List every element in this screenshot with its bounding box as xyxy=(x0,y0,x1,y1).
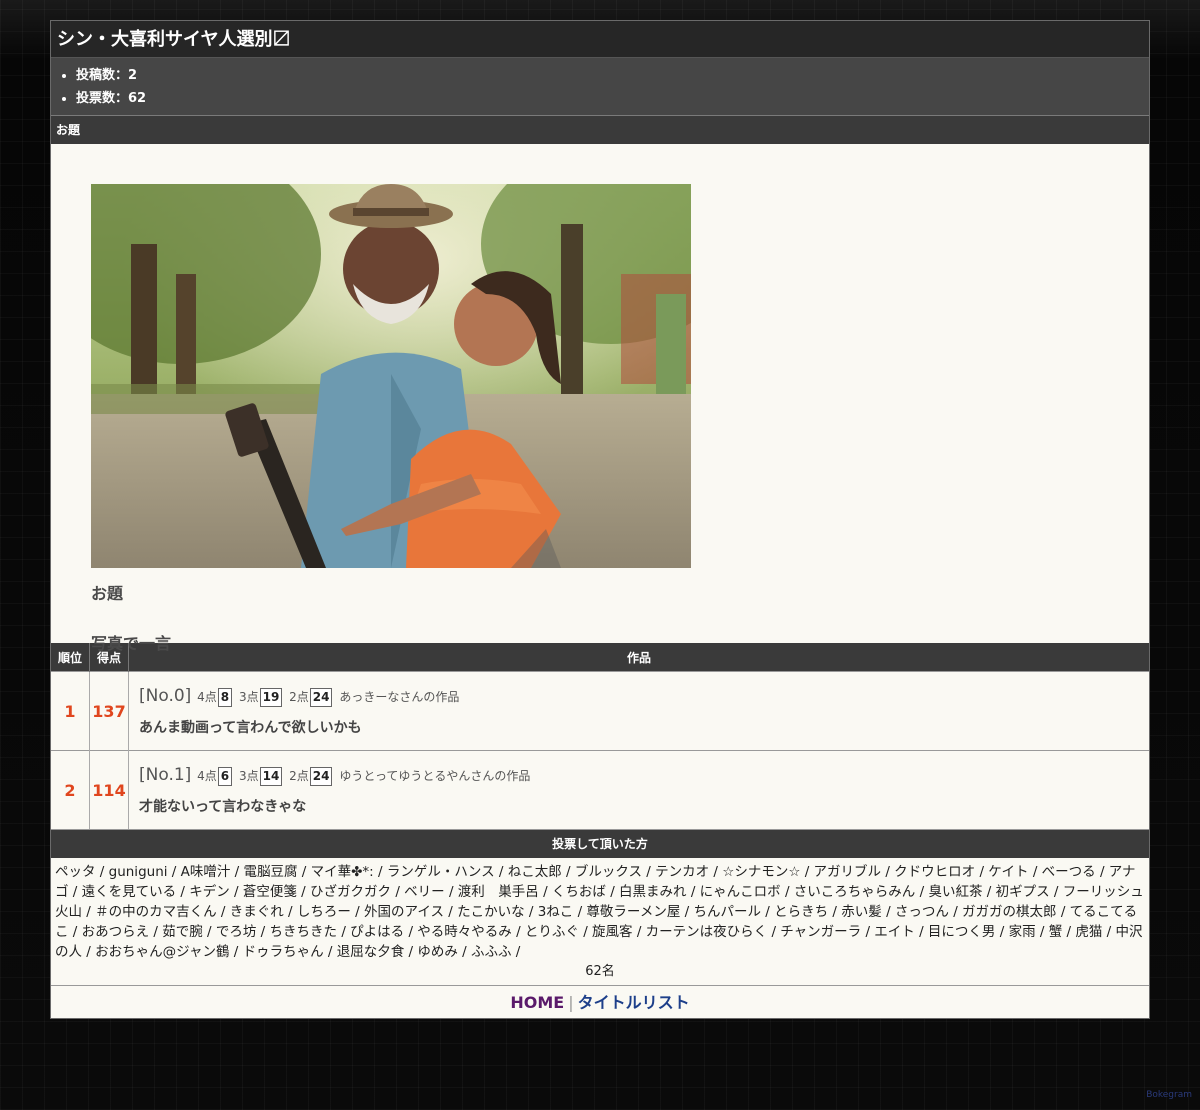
rank-cell: 2 xyxy=(51,750,90,829)
work-text: 才能ないって言わなきゃな xyxy=(139,799,307,815)
points-4-count: 8 xyxy=(217,688,233,707)
rank-column-header: 順位 xyxy=(51,643,90,672)
points-2-count: 24 xyxy=(309,767,333,786)
work-meta: [No.1] 4点 6 3点 14 2点 24 ゆうとってゆうとるやんさんの作品 xyxy=(139,764,1149,787)
table-row: 2 114 [No.1] 4点 6 3点 14 2点 24 ゆうとってゆうとるやんさん… xyxy=(51,750,1149,829)
work-number: [No.0] xyxy=(139,686,192,706)
table-row: 1 137 [No.0] 4点 8 3点 19 2点 24 あっきーなさんの作品 あん… xyxy=(51,671,1149,751)
stats-box: 投稿数：2 投票数：62 xyxy=(51,58,1149,116)
points-4-label: 4点 xyxy=(197,690,217,704)
score-cell: 137 xyxy=(89,671,129,751)
author-name: あっきーなさんの作品 xyxy=(339,690,460,704)
work-cell: [No.0] 4点 8 3点 19 2点 24 あっきーなさんの作品 あんま動画って言… xyxy=(128,671,1149,751)
work-meta: [No.0] 4点 8 3点 19 2点 24 あっきーなさんの作品 xyxy=(139,685,1149,708)
points-2-label: 2点 xyxy=(289,690,309,704)
page-title: シン・大喜利サイヤ人選別〼 xyxy=(51,21,1149,58)
score-cell: 114 xyxy=(89,750,129,829)
ranking-table: 順位 得点 作品 1 137 [No.0] 4点 8 3点 19 2点 24 あっきー… xyxy=(51,643,1149,829)
topic-heading: お題 xyxy=(91,584,124,603)
points-3-count: 14 xyxy=(259,767,283,786)
vote-count: 投票数：62 xyxy=(76,87,1149,110)
bokegram-link[interactable]: Bokegram xyxy=(1146,1090,1192,1100)
work-text: あんま動画って言わんで欲しいかも xyxy=(139,720,362,736)
work-number: [No.1] xyxy=(139,765,192,785)
odai-panel: シン・大喜利サイヤ人選別〼 投稿数：2 投票数：62 お題 xyxy=(50,20,1150,1019)
rank-cell: 1 xyxy=(51,671,90,751)
points-3-label: 3点 xyxy=(238,690,259,704)
topic-section-header: お題 xyxy=(51,116,1149,144)
footer-nav: HOME | タイトルリスト xyxy=(51,985,1149,1018)
home-link[interactable]: HOME xyxy=(510,993,564,1012)
author-name: ゆうとってゆうとるやんさんの作品 xyxy=(339,769,531,783)
voter-list: ペッタ / guniguni / A味噌汁 / 電脳豆腐 / マイ華✤*: / … xyxy=(55,864,1144,960)
nav-separator: | xyxy=(568,993,574,1012)
topic-body: お題 写真で一言 xyxy=(51,144,1149,653)
points-3-label: 3点 xyxy=(238,769,259,783)
points-4-label: 4点 xyxy=(197,769,217,783)
work-cell: [No.1] 4点 6 3点 14 2点 24 ゆうとってゆうとるやんさんの作品 才能… xyxy=(128,750,1149,829)
points-4-count: 6 xyxy=(217,767,233,786)
post-count: 投稿数：2 xyxy=(76,64,1149,87)
points-3-count: 19 xyxy=(259,688,283,707)
title-list-link[interactable]: タイトルリスト xyxy=(578,993,690,1012)
voters-section-header: 投票して頂いた方 xyxy=(51,829,1149,858)
points-2-label: 2点 xyxy=(289,769,309,783)
points-2-count: 24 xyxy=(309,688,333,707)
work-column-header: 作品 xyxy=(128,643,1149,672)
topic-photo xyxy=(91,184,691,568)
voter-count: 62名 xyxy=(585,964,615,979)
